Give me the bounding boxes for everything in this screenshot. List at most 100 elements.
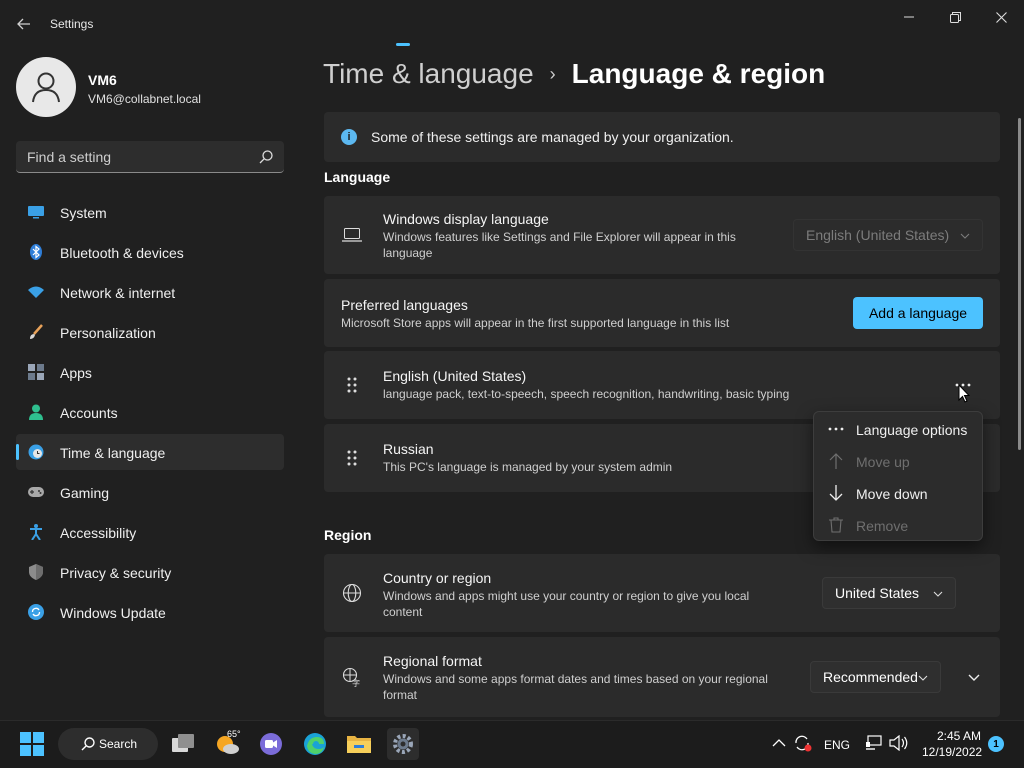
back-button[interactable] (12, 12, 36, 36)
notification-badge[interactable]: 1 (988, 736, 1004, 752)
monitor-icon (28, 204, 44, 220)
expand-chevron-icon[interactable] (968, 671, 980, 683)
wifi-icon (28, 284, 44, 300)
file-explorer-button[interactable] (343, 728, 375, 760)
sidebar-item-network[interactable]: Network & internet (16, 274, 284, 310)
menu-item-label: Language options (856, 422, 968, 438)
search-icon[interactable] (258, 149, 274, 165)
menu-item-move-up[interactable]: Move up (818, 446, 978, 476)
gear-icon (393, 734, 413, 754)
language-item-english[interactable]: English (United States) language pack, t… (324, 351, 1000, 419)
sync-alert-icon[interactable] (793, 734, 813, 752)
sidebar-item-accessibility[interactable]: Accessibility (16, 514, 284, 550)
bluetooth-icon (28, 244, 44, 260)
sidebar-item-gaming[interactable]: Gaming (16, 474, 284, 510)
volume-icon[interactable] (889, 735, 909, 751)
weather-temperature: 65° (227, 729, 241, 739)
network-icon[interactable] (865, 735, 883, 751)
breadcrumb-parent[interactable]: Time & language (323, 58, 534, 90)
region-section-heading: Region (324, 527, 372, 543)
sidebar-item-accounts[interactable]: Accounts (16, 394, 284, 430)
input-language-indicator[interactable]: ENG (824, 738, 850, 752)
regional-format-card[interactable]: 字 Regional format Windows and some apps … (324, 637, 1000, 717)
regional-format-description: Windows and some apps format dates and t… (383, 672, 768, 702)
chevron-up-icon[interactable] (772, 738, 786, 748)
display-language-value: English (United States) (806, 227, 950, 243)
restore-icon (949, 11, 961, 23)
chevron-down-icon (933, 591, 943, 597)
more-icon (828, 421, 844, 437)
org-managed-infobar: i Some of these settings are managed by … (324, 112, 1000, 162)
search-input[interactable] (16, 141, 246, 172)
language-section-heading: Language (324, 169, 391, 185)
chat-icon (260, 733, 282, 755)
active-app-indicator (396, 43, 410, 46)
sidebar-item-label: Network & internet (60, 285, 176, 301)
taskbar-search-button[interactable]: Search (58, 728, 158, 760)
menu-item-remove[interactable]: Remove (818, 510, 978, 540)
taskbar-clock-time[interactable]: 2:45 AM (937, 729, 981, 743)
sidebar-item-label: Gaming (60, 485, 110, 501)
regional-format-title: Regional format (383, 653, 482, 669)
breadcrumb: Time & language › Language & region (323, 58, 825, 90)
drag-handle-icon[interactable] (346, 376, 358, 394)
windows-logo-icon (20, 732, 44, 756)
gamepad-icon (28, 484, 44, 500)
sidebar-item-label: Bluetooth & devices (60, 245, 184, 261)
start-button[interactable] (16, 728, 48, 760)
menu-item-move-down[interactable]: Move down (818, 478, 978, 508)
display-language-title: Windows display language (383, 211, 549, 227)
country-region-dropdown[interactable]: United States (822, 577, 956, 609)
person-icon (28, 404, 44, 420)
minimize-button[interactable] (886, 6, 932, 28)
sidebar-item-apps[interactable]: Apps (16, 354, 284, 390)
menu-item-language-options[interactable]: Language options (818, 414, 978, 444)
svg-text:字: 字 (352, 678, 360, 687)
sidebar-item-system[interactable]: System (16, 194, 284, 230)
sidebar-item-bluetooth[interactable]: Bluetooth & devices (16, 234, 284, 270)
page-title: Language & region (571, 58, 826, 89)
breadcrumb-separator: › (549, 63, 556, 84)
user-name: VM6 (88, 72, 117, 88)
regional-format-value: Recommended (823, 669, 918, 685)
task-view-button[interactable] (167, 728, 199, 760)
sidebar-item-label: System (60, 205, 107, 221)
settings-search[interactable] (16, 141, 284, 173)
vertical-scrollbar[interactable] (1018, 118, 1021, 450)
taskbar-clock-date[interactable]: 12/19/2022 (922, 745, 982, 759)
sidebar-nav: System Bluetooth & devices Network & int… (16, 194, 284, 634)
app-title: Settings (50, 17, 94, 31)
avatar (16, 57, 76, 117)
country-region-title: Country or region (383, 570, 492, 586)
arrow-down-icon (828, 485, 844, 501)
display-language-dropdown[interactable]: English (United States) (793, 219, 983, 251)
sidebar-item-windows-update[interactable]: Windows Update (16, 594, 284, 630)
regional-format-dropdown[interactable]: Recommended (810, 661, 941, 693)
language-description: This PC's language is managed by your sy… (383, 460, 673, 474)
preferred-languages-title: Preferred languages (341, 297, 468, 313)
user-email: VM6@collabnet.local (88, 92, 201, 106)
maximize-button[interactable] (932, 6, 978, 28)
add-language-button[interactable]: Add a language (853, 297, 983, 329)
close-button[interactable] (978, 6, 1024, 28)
country-region-description: Windows and apps might use your country … (383, 589, 750, 619)
teams-chat-button[interactable] (255, 728, 287, 760)
edge-browser-button[interactable] (299, 728, 331, 760)
country-region-card: Country or region Windows and apps might… (324, 554, 1000, 632)
task-view-icon (172, 734, 194, 752)
shield-icon (28, 564, 44, 580)
display-language-description: Windows features like Settings and File … (383, 230, 736, 260)
sidebar-item-privacy[interactable]: Privacy & security (16, 554, 284, 590)
apps-icon (28, 364, 44, 380)
folder-icon (347, 736, 371, 753)
settings-app-button[interactable] (387, 728, 419, 760)
back-arrow-icon (17, 18, 30, 30)
drag-handle-icon[interactable] (346, 449, 358, 467)
sidebar-item-personalization[interactable]: Personalization (16, 314, 284, 350)
language-description: language pack, text-to-speech, speech re… (383, 387, 790, 401)
edge-icon (304, 733, 326, 755)
language-name: English (United States) (383, 368, 527, 384)
chevron-down-icon (960, 233, 970, 239)
sidebar-item-label: Privacy & security (60, 565, 172, 581)
sidebar-item-time-language[interactable]: Time & language (16, 434, 284, 470)
